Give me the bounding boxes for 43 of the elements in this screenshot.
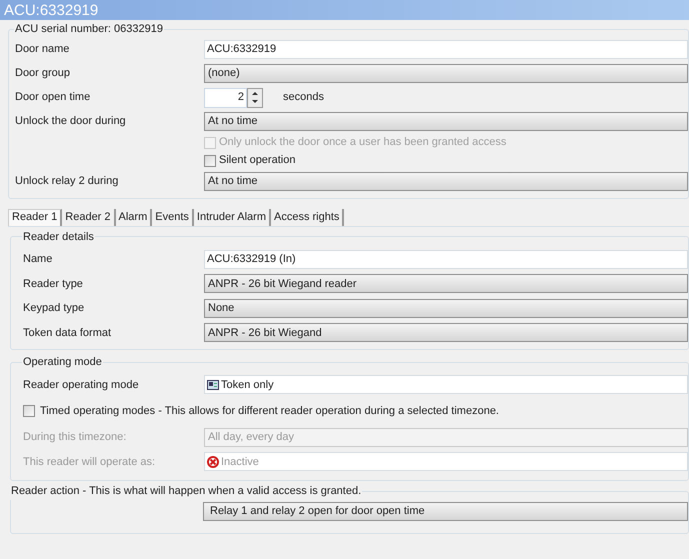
stop-icon (207, 456, 219, 468)
spin-buttons[interactable] (247, 88, 263, 108)
tab[interactable]: Access rights (271, 208, 344, 226)
field-label: Unlock the door during (15, 114, 127, 130)
field-label: Door name (15, 42, 70, 58)
field-label: Door group (15, 66, 72, 82)
field-label: Keypad type (23, 301, 86, 316)
field-label: Name (23, 252, 54, 267)
tab[interactable]: Alarm (116, 208, 152, 226)
tab[interactable]: Intruder Alarm (194, 208, 271, 226)
dropdown[interactable]: ANPR - 26 bit Wiegand (204, 323, 688, 342)
group-title: Reader action - This is what will happen when a valid access is granted. (10, 484, 362, 499)
dropdown[interactable]: None (204, 298, 688, 318)
dropdown[interactable]: At no time (204, 112, 688, 131)
field-label: Token data format (23, 326, 112, 340)
field-label: Reader type (23, 276, 84, 292)
tab[interactable]: Reader 2 (62, 208, 116, 226)
field-label: During this timezone: (23, 430, 128, 445)
unit-label: seconds (283, 90, 324, 106)
checkbox-label: Only unlock the door once a user has been granted access (219, 135, 506, 150)
checkbox[interactable] (204, 154, 216, 166)
group-title: Reader details (22, 230, 95, 244)
card-icon (207, 380, 219, 390)
field-label: Door open time (15, 90, 92, 106)
tab[interactable]: Reader 1 (8, 208, 62, 226)
field-label: Unlock relay 2 during (15, 174, 120, 190)
group-title: Operating mode (22, 355, 103, 370)
dropdown[interactable]: ANPR - 26 bit Wiegand reader (204, 274, 688, 294)
dropdown[interactable]: Relay 1 and relay 2 open for door open time (203, 502, 688, 520)
text-field[interactable]: ACU:6332919 (In) (204, 250, 688, 269)
checkbox-label: Silent operation (219, 153, 296, 168)
dropdown[interactable]: Token only (204, 375, 688, 394)
number-field[interactable]: 2 (204, 88, 247, 108)
checkbox[interactable] (23, 405, 35, 417)
tab[interactable]: Events (152, 208, 194, 226)
checkbox-label: Timed operating modes - This allows for different reader operation during a selected timezone. (40, 404, 499, 419)
window-title: ACU:6332919 (4, 2, 98, 18)
dropdown[interactable]: (none) (204, 64, 688, 83)
field-label: Reader operating mode (23, 378, 140, 392)
group-title: ACU serial number: 06332919 (14, 22, 164, 37)
field-label: This reader will operate as: (23, 454, 156, 470)
dropdown[interactable]: At no time (204, 172, 688, 191)
text-field[interactable]: ACU:6332919 (204, 40, 688, 59)
